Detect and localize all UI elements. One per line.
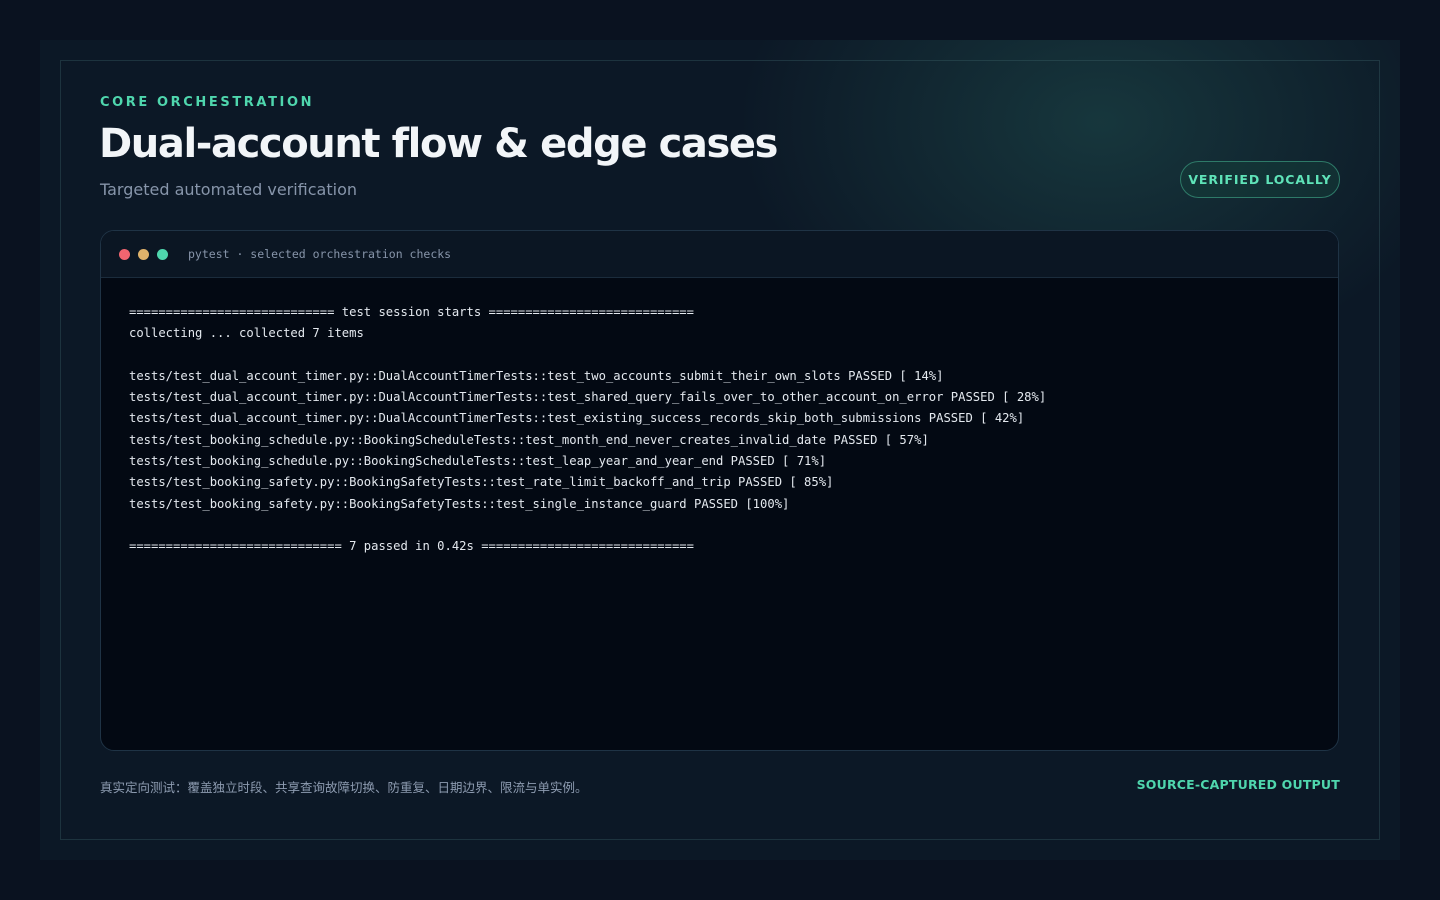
page-title: Dual-account flow & edge cases bbox=[99, 121, 778, 167]
section-eyebrow: CORE ORCHESTRATION bbox=[100, 95, 315, 110]
maximize-dot-icon bbox=[157, 248, 168, 260]
terminal-line: tests/test_booking_safety.py::BookingSaf… bbox=[129, 475, 834, 490]
terminal-line: tests/test_booking_schedule.py::BookingS… bbox=[129, 432, 929, 447]
terminal-line: ============================= 7 passed i… bbox=[129, 539, 694, 554]
terminal-line: tests/test_dual_account_timer.py::DualAc… bbox=[129, 411, 1025, 426]
terminal-line: tests/test_dual_account_timer.py::DualAc… bbox=[129, 368, 944, 383]
card-frame: CORE ORCHESTRATION Dual-account flow & e… bbox=[60, 60, 1380, 840]
close-dot-icon bbox=[119, 248, 130, 260]
source-tag: SOURCE-CAPTURED OUTPUT bbox=[1136, 777, 1340, 792]
terminal-line: ============================ test sessio… bbox=[129, 305, 694, 319]
terminal-line: tests/test_booking_schedule.py::BookingS… bbox=[129, 454, 827, 469]
terminal-header: pytest · selected orchestration checks bbox=[101, 231, 1338, 278]
terminal-line: collecting ... collected 7 items bbox=[129, 326, 364, 341]
minimize-dot-icon bbox=[138, 248, 149, 260]
terminal-line: tests/test_dual_account_timer.py::DualAc… bbox=[129, 390, 1047, 405]
verified-badge: VERIFIED LOCALLY bbox=[1180, 161, 1340, 198]
terminal-line: tests/test_booking_safety.py::BookingSaf… bbox=[129, 496, 790, 511]
footer-note: 真实定向测试：覆盖独立时段、共享查询故障切换、防重复、日期边界、限流与单实例。 bbox=[100, 780, 588, 795]
terminal-window: pytest · selected orchestration checks =… bbox=[100, 230, 1339, 751]
page-panel: CORE ORCHESTRATION Dual-account flow & e… bbox=[40, 40, 1400, 860]
terminal-title: pytest · selected orchestration checks bbox=[188, 247, 452, 261]
terminal-output: ============================ test sessio… bbox=[101, 278, 1338, 558]
page-subtitle: Targeted automated verification bbox=[100, 180, 358, 199]
